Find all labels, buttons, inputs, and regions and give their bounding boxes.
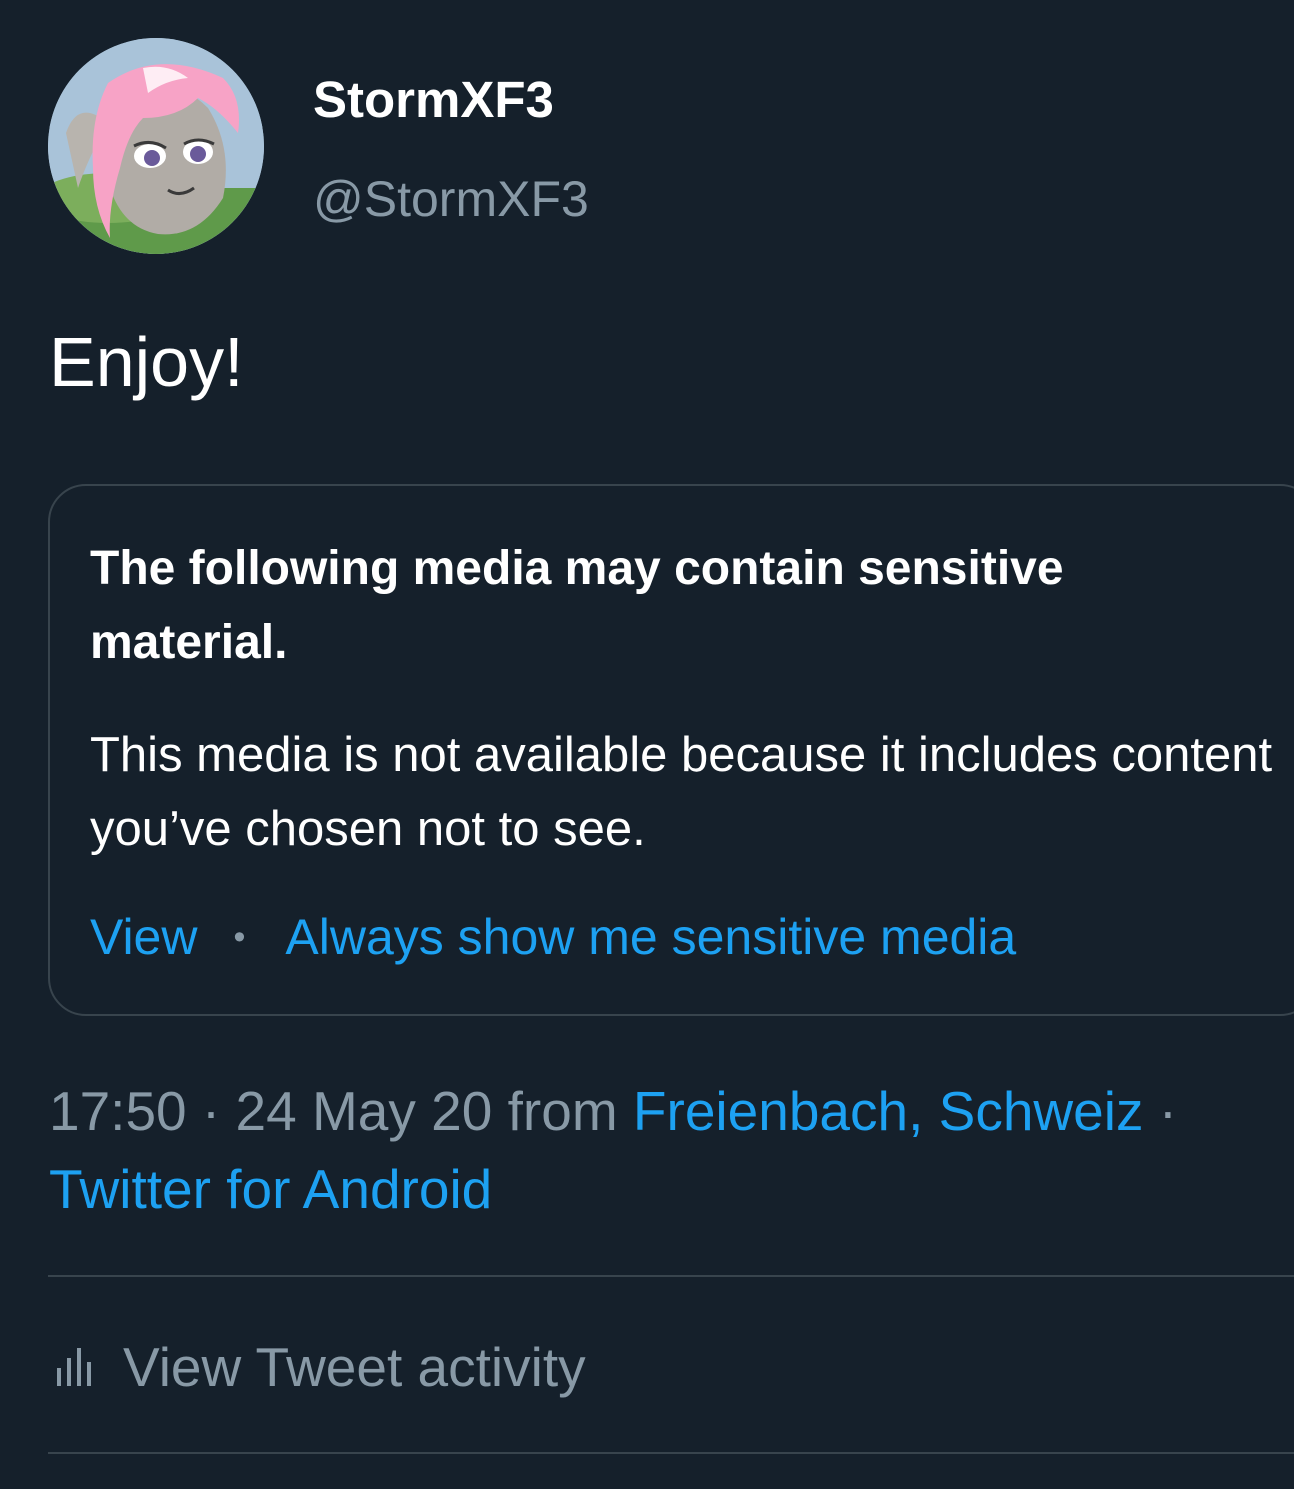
- separator-dot: •: [233, 918, 246, 956]
- sensitive-notice-title: The following media may contain sensitiv…: [90, 542, 1064, 669]
- always-show-sensitive-link[interactable]: Always show me sensitive media: [285, 909, 1016, 965]
- location-link[interactable]: Freienbach, Schweiz: [633, 1080, 1144, 1142]
- bar-chart-icon: [57, 1348, 91, 1386]
- from-label: from: [492, 1080, 633, 1142]
- sensitive-notice-body: This media is not available because it i…: [90, 728, 1273, 856]
- sensitive-notice-actions: View • Always show me sensitive media: [90, 908, 1016, 966]
- tweet-metadata: 17:50 · 24 May 20 from Freienbach, Schwe…: [49, 1072, 1289, 1228]
- avatar[interactable]: [48, 38, 264, 254]
- display-name[interactable]: StormXF3: [313, 70, 554, 129]
- view-media-link[interactable]: View: [90, 909, 197, 965]
- divider: [48, 1452, 1294, 1454]
- sensitive-media-notice: The following media may contain sensitiv…: [48, 484, 1294, 1016]
- divider: [48, 1275, 1294, 1277]
- meta-separator: ·: [186, 1080, 236, 1142]
- tweet-time: 17:50: [49, 1080, 187, 1142]
- view-tweet-activity-label: View Tweet activity: [123, 1336, 586, 1398]
- pony-avatar-image: [48, 38, 264, 254]
- meta-separator: ·: [1143, 1080, 1178, 1142]
- user-handle[interactable]: @StormXF3: [313, 170, 589, 228]
- tweet-text: Enjoy!: [49, 323, 244, 401]
- tweet-date: 24 May 20: [235, 1080, 493, 1142]
- view-tweet-activity-button[interactable]: View Tweet activity: [55, 1332, 586, 1402]
- source-link[interactable]: Twitter for Android: [49, 1158, 492, 1220]
